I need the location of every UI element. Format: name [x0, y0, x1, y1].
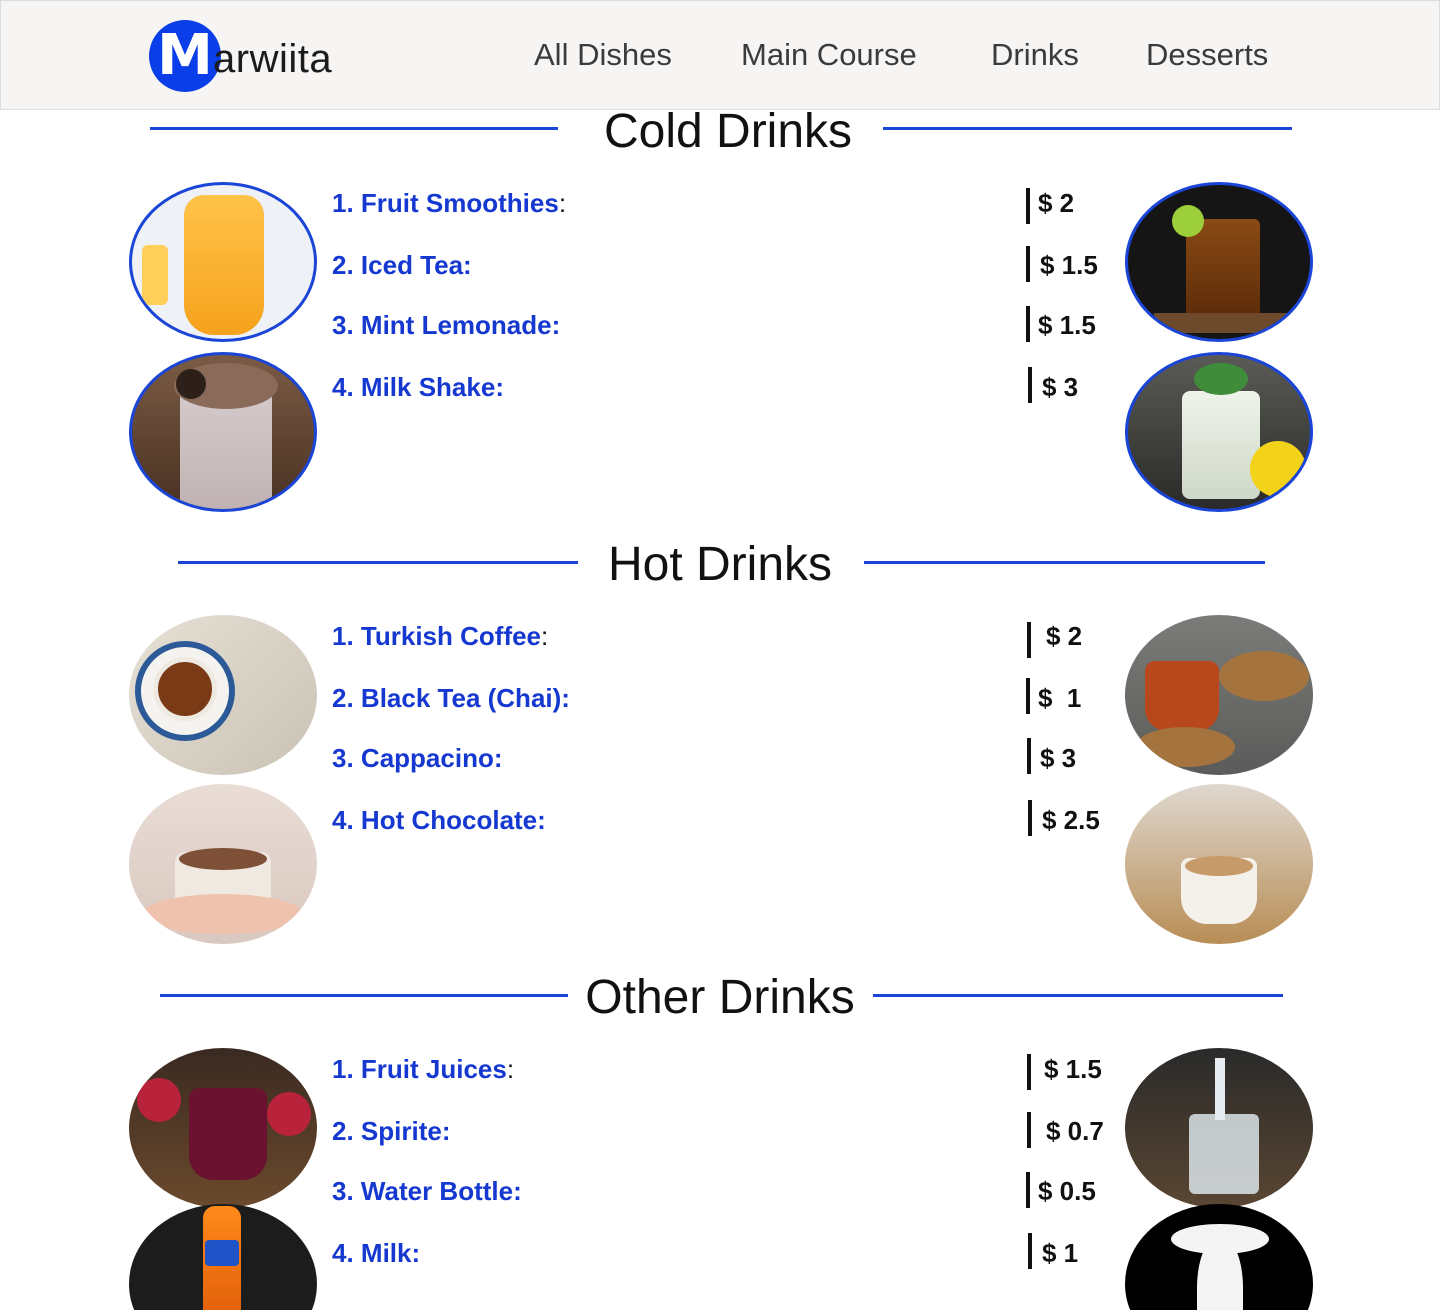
nav-desserts[interactable]: Desserts — [1146, 37, 1268, 73]
item-label: Fruit Smoothies — [360, 188, 559, 218]
item-number: 4. — [332, 805, 354, 835]
item-label: Black Tea (Chai): — [360, 683, 570, 713]
nav-main-course[interactable]: Main Course — [741, 37, 917, 73]
item-price: $ 1.5 — [1044, 1054, 1102, 1084]
item-label: Fruit Juices — [360, 1054, 507, 1084]
menu-item-name: 2. Black Tea (Chai): — [332, 683, 570, 714]
logo[interactable]: M arwiita — [149, 19, 332, 93]
item-label: Water Bottle: — [360, 1176, 522, 1206]
menu-item-name: 4. Hot Chocolate: — [332, 805, 546, 836]
item-price: $ 1.5 — [1038, 310, 1096, 340]
item-number: 1. — [332, 188, 354, 218]
item-colon: : — [558, 188, 567, 218]
menu-item-name: 4. Milk Shake: — [332, 372, 504, 403]
menu-item-name: 4. Milk: — [332, 1238, 420, 1269]
item-label: Turkish Coffee — [360, 621, 542, 651]
price-divider — [1028, 1233, 1032, 1269]
item-price: $ 0.5 — [1038, 1176, 1096, 1206]
price-divider — [1026, 246, 1030, 282]
price-divider — [1026, 188, 1030, 224]
cappuccino-photo — [1125, 784, 1313, 944]
item-number: 3. — [332, 1176, 354, 1206]
item-number: 2. — [332, 1116, 354, 1146]
price-divider — [1027, 1112, 1031, 1148]
menu-item-name: 3. Mint Lemonade: — [332, 310, 560, 341]
section-divider — [864, 561, 1265, 564]
nav-drinks[interactable]: Drinks — [991, 37, 1079, 73]
section-divider — [178, 561, 578, 564]
item-number: 3. — [332, 743, 354, 773]
item-price: $ 1 — [1038, 683, 1082, 713]
item-label: Cappacino: — [360, 743, 503, 773]
black-tea-photo — [1125, 615, 1313, 775]
nav-all-dishes[interactable]: All Dishes — [534, 37, 672, 73]
fruit-juice-photo — [129, 1048, 317, 1208]
price-divider — [1027, 622, 1031, 658]
menu-item-name: 2. Iced Tea: — [332, 250, 472, 281]
fruit-smoothie-photo — [129, 182, 317, 342]
hot-chocolate-photo — [129, 784, 317, 944]
menu-item-name: 3. Water Bottle: — [332, 1176, 522, 1207]
item-label: Iced Tea: — [360, 250, 472, 280]
milk-splash-photo — [1125, 1204, 1313, 1310]
item-label: Spirite: — [360, 1116, 451, 1146]
item-number: 2. — [332, 683, 354, 713]
price-divider — [1027, 738, 1031, 774]
price-divider — [1026, 306, 1030, 342]
item-number: 4. — [332, 1238, 354, 1268]
item-price: $ 2 — [1046, 621, 1083, 651]
price-divider — [1028, 367, 1032, 403]
item-number: 2. — [332, 250, 354, 280]
navbar: M arwiita All Dishes Main Course Drinks … — [0, 0, 1440, 110]
milkshake-photo — [129, 352, 317, 512]
section-divider — [883, 127, 1292, 130]
menu-item-name: 1. Fruit Juices: — [332, 1054, 514, 1085]
section-title-cold-drinks: Cold Drinks — [603, 105, 853, 158]
section-divider — [873, 994, 1283, 997]
section-title-hot-drinks: Hot Drinks — [607, 538, 833, 591]
item-price: $ 2 — [1038, 188, 1075, 218]
section-divider — [150, 127, 558, 130]
soda-bottle-photo — [129, 1204, 317, 1310]
water-glass-photo — [1125, 1048, 1313, 1208]
section-title-other-drinks: Other Drinks — [585, 971, 855, 1024]
item-label: Milk Shake: — [360, 372, 504, 402]
item-price: $ 3 — [1042, 372, 1079, 402]
item-number: 1. — [332, 1054, 354, 1084]
item-number: 4. — [332, 372, 354, 402]
item-colon: : — [541, 621, 549, 651]
item-price: $ 1 — [1042, 1238, 1079, 1268]
logo-text: arwiita — [213, 36, 333, 81]
menu-item-name: 1. Fruit Smoothies: — [332, 188, 566, 219]
price-divider — [1028, 800, 1032, 836]
item-label: Mint Lemonade: — [360, 310, 561, 340]
section-divider — [160, 994, 568, 997]
price-divider — [1026, 1172, 1030, 1208]
item-price: $ 3 — [1040, 743, 1077, 773]
logo-badge: M — [149, 20, 221, 92]
item-number: 1. — [332, 621, 354, 651]
price-divider — [1027, 1054, 1031, 1090]
iced-tea-photo — [1125, 182, 1313, 342]
price-divider — [1026, 678, 1030, 714]
item-price: $ 2.5 — [1042, 805, 1100, 835]
menu-item-name: 2. Spirite: — [332, 1116, 451, 1147]
menu-item-name: 3. Cappacino: — [332, 743, 503, 774]
item-label: Milk: — [360, 1238, 421, 1268]
turkish-coffee-photo — [129, 615, 317, 775]
item-price: $ 1.5 — [1040, 250, 1098, 280]
menu-item-name: 1. Turkish Coffee: — [332, 621, 548, 652]
item-number: 3. — [332, 310, 354, 340]
mint-lemonade-photo — [1125, 352, 1313, 512]
item-colon: : — [506, 1054, 515, 1084]
item-price: $ 0.7 — [1046, 1116, 1104, 1146]
item-label: Hot Chocolate: — [360, 805, 546, 835]
